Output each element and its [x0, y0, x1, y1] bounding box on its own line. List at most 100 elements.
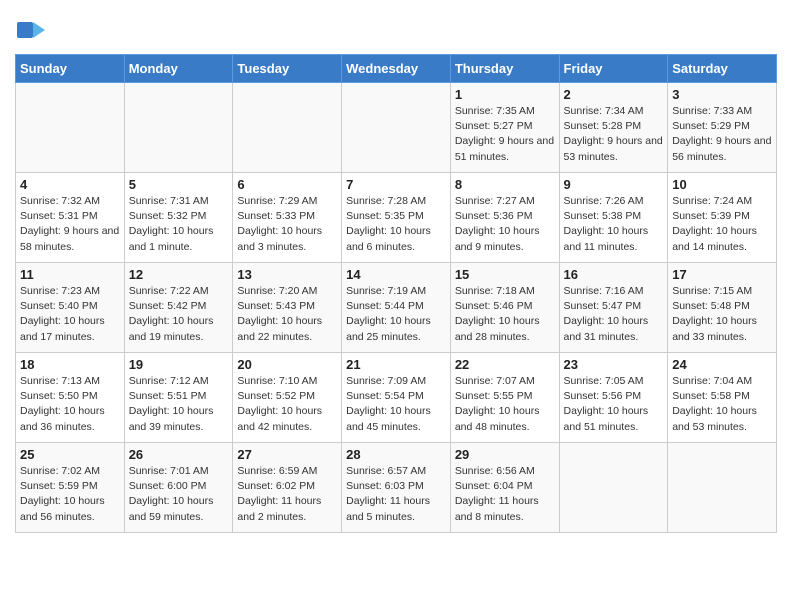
- day-cell: 25 Sunrise: 7:02 AM Sunset: 5:59 PM Dayli…: [16, 443, 125, 533]
- day-cell: [559, 443, 668, 533]
- day-info: Sunrise: 7:33 AM Sunset: 5:29 PM Dayligh…: [672, 104, 772, 165]
- day-cell: 22 Sunrise: 7:07 AM Sunset: 5:55 PM Dayli…: [450, 353, 559, 443]
- col-header-friday: Friday: [559, 55, 668, 83]
- week-row-3: 11 Sunrise: 7:23 AM Sunset: 5:40 PM Dayli…: [16, 263, 777, 353]
- day-number: 5: [129, 177, 229, 192]
- day-number: 22: [455, 357, 555, 372]
- logo: [15, 14, 49, 46]
- day-info: Sunrise: 6:57 AM Sunset: 6:03 PM Dayligh…: [346, 464, 446, 525]
- day-number: 24: [672, 357, 772, 372]
- day-cell: 13 Sunrise: 7:20 AM Sunset: 5:43 PM Dayli…: [233, 263, 342, 353]
- week-row-1: 1 Sunrise: 7:35 AM Sunset: 5:27 PM Daylig…: [16, 83, 777, 173]
- col-header-saturday: Saturday: [668, 55, 777, 83]
- day-number: 9: [564, 177, 664, 192]
- day-info: Sunrise: 7:13 AM Sunset: 5:50 PM Dayligh…: [20, 374, 120, 435]
- day-info: Sunrise: 7:22 AM Sunset: 5:42 PM Dayligh…: [129, 284, 229, 345]
- day-number: 13: [237, 267, 337, 282]
- day-number: 20: [237, 357, 337, 372]
- header-row: SundayMondayTuesdayWednesdayThursdayFrid…: [16, 55, 777, 83]
- col-header-thursday: Thursday: [450, 55, 559, 83]
- day-info: Sunrise: 7:26 AM Sunset: 5:38 PM Dayligh…: [564, 194, 664, 255]
- day-info: Sunrise: 7:20 AM Sunset: 5:43 PM Dayligh…: [237, 284, 337, 345]
- day-cell: 19Sunrise: 7:12 AM Sunset: 5:51 PM Dayli…: [124, 353, 233, 443]
- day-cell: 4 Sunrise: 7:32 AM Sunset: 5:31 PM Daylig…: [16, 173, 125, 263]
- col-header-monday: Monday: [124, 55, 233, 83]
- day-number: 8: [455, 177, 555, 192]
- day-info: Sunrise: 7:19 AM Sunset: 5:44 PM Dayligh…: [346, 284, 446, 345]
- week-row-4: 18 Sunrise: 7:13 AM Sunset: 5:50 PM Dayli…: [16, 353, 777, 443]
- day-number: 1: [455, 87, 555, 102]
- col-header-wednesday: Wednesday: [342, 55, 451, 83]
- day-info: Sunrise: 6:56 AM Sunset: 6:04 PM Dayligh…: [455, 464, 555, 525]
- day-number: 6: [237, 177, 337, 192]
- day-cell: 16 Sunrise: 7:16 AM Sunset: 5:47 PM Dayli…: [559, 263, 668, 353]
- day-info: Sunrise: 7:32 AM Sunset: 5:31 PM Dayligh…: [20, 194, 120, 255]
- day-info: Sunrise: 7:23 AM Sunset: 5:40 PM Dayligh…: [20, 284, 120, 345]
- day-info: Sunrise: 7:18 AM Sunset: 5:46 PM Dayligh…: [455, 284, 555, 345]
- col-header-tuesday: Tuesday: [233, 55, 342, 83]
- day-info: Sunrise: 7:27 AM Sunset: 5:36 PM Dayligh…: [455, 194, 555, 255]
- day-info: Sunrise: 7:31 AM Sunset: 5:32 PM Dayligh…: [129, 194, 229, 255]
- day-info: Sunrise: 7:29 AM Sunset: 5:33 PM Dayligh…: [237, 194, 337, 255]
- week-row-5: 25 Sunrise: 7:02 AM Sunset: 5:59 PM Dayli…: [16, 443, 777, 533]
- day-cell: 20 Sunrise: 7:10 AM Sunset: 5:52 PM Dayli…: [233, 353, 342, 443]
- day-number: 7: [346, 177, 446, 192]
- day-cell: [342, 83, 451, 173]
- day-info: Sunrise: 7:02 AM Sunset: 5:59 PM Dayligh…: [20, 464, 120, 525]
- day-number: 10: [672, 177, 772, 192]
- day-number: 17: [672, 267, 772, 282]
- day-cell: 18 Sunrise: 7:13 AM Sunset: 5:50 PM Dayli…: [16, 353, 125, 443]
- day-cell: 10 Sunrise: 7:24 AM Sunset: 5:39 PM Dayli…: [668, 173, 777, 263]
- day-cell: 3Sunrise: 7:33 AM Sunset: 5:29 PM Daylig…: [668, 83, 777, 173]
- day-cell: 5 Sunrise: 7:31 AM Sunset: 5:32 PM Daylig…: [124, 173, 233, 263]
- day-cell: 12Sunrise: 7:22 AM Sunset: 5:42 PM Dayli…: [124, 263, 233, 353]
- day-number: 4: [20, 177, 120, 192]
- day-cell: [124, 83, 233, 173]
- day-cell: 17 Sunrise: 7:15 AM Sunset: 5:48 PM Dayli…: [668, 263, 777, 353]
- day-cell: 21 Sunrise: 7:09 AM Sunset: 5:54 PM Dayli…: [342, 353, 451, 443]
- day-number: 14: [346, 267, 446, 282]
- day-info: Sunrise: 7:01 AM Sunset: 6:00 PM Dayligh…: [129, 464, 229, 525]
- day-number: 29: [455, 447, 555, 462]
- day-number: 25: [20, 447, 120, 462]
- day-number: 19: [129, 357, 229, 372]
- day-cell: 1 Sunrise: 7:35 AM Sunset: 5:27 PM Daylig…: [450, 83, 559, 173]
- day-number: 2: [564, 87, 664, 102]
- day-cell: 27 Sunrise: 6:59 AM Sunset: 6:02 PM Dayli…: [233, 443, 342, 533]
- day-cell: 23 Sunrise: 7:05 AM Sunset: 5:56 PM Dayli…: [559, 353, 668, 443]
- header: [15, 10, 777, 46]
- day-info: Sunrise: 7:05 AM Sunset: 5:56 PM Dayligh…: [564, 374, 664, 435]
- day-cell: 26Sunrise: 7:01 AM Sunset: 6:00 PM Dayli…: [124, 443, 233, 533]
- day-info: Sunrise: 7:35 AM Sunset: 5:27 PM Dayligh…: [455, 104, 555, 165]
- day-info: Sunrise: 7:34 AM Sunset: 5:28 PM Dayligh…: [564, 104, 664, 165]
- logo-icon: [15, 14, 47, 46]
- day-info: Sunrise: 7:16 AM Sunset: 5:47 PM Dayligh…: [564, 284, 664, 345]
- day-cell: 29 Sunrise: 6:56 AM Sunset: 6:04 PM Dayli…: [450, 443, 559, 533]
- day-cell: 11 Sunrise: 7:23 AM Sunset: 5:40 PM Dayli…: [16, 263, 125, 353]
- day-number: 16: [564, 267, 664, 282]
- day-info: Sunrise: 7:07 AM Sunset: 5:55 PM Dayligh…: [455, 374, 555, 435]
- day-number: 11: [20, 267, 120, 282]
- day-info: Sunrise: 7:09 AM Sunset: 5:54 PM Dayligh…: [346, 374, 446, 435]
- day-number: 21: [346, 357, 446, 372]
- day-number: 28: [346, 447, 446, 462]
- day-number: 18: [20, 357, 120, 372]
- day-cell: 15Sunrise: 7:18 AM Sunset: 5:46 PM Dayli…: [450, 263, 559, 353]
- day-cell: [668, 443, 777, 533]
- day-cell: [233, 83, 342, 173]
- day-info: Sunrise: 7:10 AM Sunset: 5:52 PM Dayligh…: [237, 374, 337, 435]
- day-info: Sunrise: 7:04 AM Sunset: 5:58 PM Dayligh…: [672, 374, 772, 435]
- day-info: Sunrise: 7:24 AM Sunset: 5:39 PM Dayligh…: [672, 194, 772, 255]
- col-header-sunday: Sunday: [16, 55, 125, 83]
- day-cell: 6 Sunrise: 7:29 AM Sunset: 5:33 PM Daylig…: [233, 173, 342, 263]
- day-cell: 8 Sunrise: 7:27 AM Sunset: 5:36 PM Daylig…: [450, 173, 559, 263]
- day-info: Sunrise: 7:28 AM Sunset: 5:35 PM Dayligh…: [346, 194, 446, 255]
- day-cell: 2 Sunrise: 7:34 AM Sunset: 5:28 PM Daylig…: [559, 83, 668, 173]
- day-info: Sunrise: 7:15 AM Sunset: 5:48 PM Dayligh…: [672, 284, 772, 345]
- day-number: 27: [237, 447, 337, 462]
- day-cell: [16, 83, 125, 173]
- calendar-table: SundayMondayTuesdayWednesdayThursdayFrid…: [15, 54, 777, 533]
- day-cell: 28 Sunrise: 6:57 AM Sunset: 6:03 PM Dayli…: [342, 443, 451, 533]
- day-info: Sunrise: 6:59 AM Sunset: 6:02 PM Dayligh…: [237, 464, 337, 525]
- day-number: 23: [564, 357, 664, 372]
